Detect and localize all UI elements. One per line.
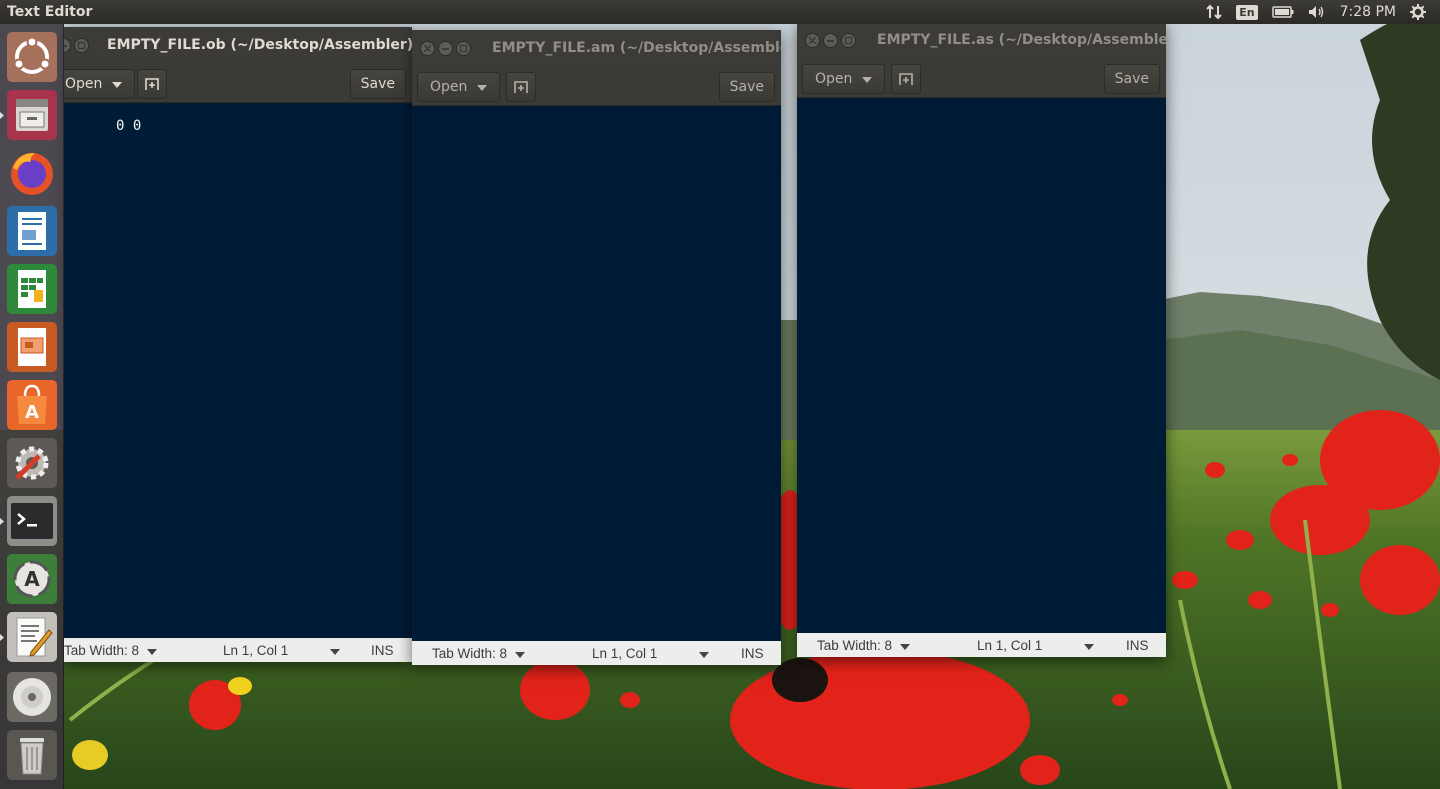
- new-document-button[interactable]: [891, 64, 921, 94]
- running-indicator: [0, 518, 4, 525]
- chevron-down-icon: [900, 638, 911, 653]
- svg-text:A: A: [25, 402, 39, 423]
- tab-width-label: Tab Width: 8: [432, 645, 508, 661]
- network-transfer-icon[interactable]: [1206, 0, 1222, 24]
- chevron-down-icon: [330, 643, 341, 658]
- indicator-area: En 7:28 PM: [1206, 0, 1440, 24]
- insert-mode-indicator: INS: [741, 645, 764, 661]
- chevron-down-icon: [112, 76, 123, 92]
- close-button[interactable]: [805, 32, 820, 48]
- chevron-down-icon: [1084, 638, 1095, 653]
- clock[interactable]: 7:28 PM: [1340, 0, 1396, 24]
- running-indicator: [0, 634, 4, 641]
- tab-width-selector[interactable]: Tab Width: 8: [817, 633, 911, 657]
- status-bar: Tab Width: 8 Ln 1, Col 1 INS: [412, 641, 781, 665]
- window-titlebar[interactable]: EMPTY_FILE.ob (~/Desktop/Assembler) - ge…: [64, 27, 412, 63]
- tab-width-selector[interactable]: Tab Width: 8: [432, 641, 526, 665]
- dvd-drive-icon[interactable]: [7, 672, 57, 722]
- header-toolbar: Open Save: [64, 63, 412, 103]
- minimize-button[interactable]: [64, 37, 71, 53]
- system-gear-icon[interactable]: [1410, 0, 1426, 24]
- top-panel: Text Editor En 7:28 PM: [0, 0, 1440, 24]
- editor-window-as[interactable]: EMPTY_FILE.as (~/Desktop/Assembler) - ge…: [797, 22, 1166, 657]
- header-toolbar: Open Save: [797, 58, 1166, 98]
- text-editor-icon[interactable]: [7, 612, 57, 662]
- tab-width-selector[interactable]: Tab Width: 8: [64, 638, 158, 662]
- text-line: 0 0: [116, 118, 142, 134]
- libreoffice-impress-icon[interactable]: [7, 322, 57, 372]
- keyboard-layout-indicator[interactable]: En: [1236, 0, 1258, 24]
- cursor-position-label: Ln 1, Col 1: [977, 637, 1043, 653]
- ubuntu-software-icon[interactable]: A: [7, 380, 57, 430]
- trash-icon[interactable]: [7, 730, 57, 780]
- running-indicator: [0, 112, 4, 119]
- tab-width-label: Tab Width: 8: [817, 637, 893, 653]
- new-document-button[interactable]: [137, 69, 167, 99]
- save-button[interactable]: Save: [718, 72, 775, 102]
- status-bar: Tab Width: 8 Ln 1, Col 1 INS: [64, 638, 412, 662]
- volume-icon[interactable]: [1308, 0, 1326, 24]
- text-view[interactable]: [412, 106, 781, 641]
- open-button[interactable]: Open: [802, 64, 886, 94]
- editor-window-am[interactable]: EMPTY_FILE.am (~/Desktop/Assembler) - ge…: [412, 30, 781, 665]
- window-titlebar[interactable]: EMPTY_FILE.as (~/Desktop/Assembler) - ge…: [797, 22, 1166, 58]
- keyboard-layout-icon: En: [1236, 4, 1258, 20]
- libreoffice-calc-icon[interactable]: [7, 264, 57, 314]
- window-title: EMPTY_FILE.as (~/Desktop/Assembler) - ge…: [877, 32, 1166, 48]
- battery-icon[interactable]: [1271, 0, 1294, 24]
- minimize-button[interactable]: [823, 32, 838, 48]
- maximize-button[interactable]: [456, 40, 471, 56]
- ubuntu-dash-icon[interactable]: [7, 32, 57, 82]
- minimize-button[interactable]: [438, 40, 453, 56]
- files-icon[interactable]: [7, 90, 57, 140]
- chevron-down-icon: [862, 71, 873, 87]
- cursor-position-label: Ln 1, Col 1: [223, 642, 289, 658]
- tab-width-label: Tab Width: 8: [64, 642, 140, 658]
- open-label: Open: [430, 79, 468, 95]
- status-bar: Tab Width: 8 Ln 1, Col 1 INS: [797, 633, 1166, 657]
- save-button[interactable]: Save: [1103, 64, 1160, 94]
- window-titlebar[interactable]: EMPTY_FILE.am (~/Desktop/Assembler) - ge…: [412, 30, 781, 66]
- maximize-button[interactable]: [74, 37, 89, 53]
- insert-mode-indicator: INS: [371, 642, 394, 658]
- new-document-button[interactable]: [506, 72, 536, 102]
- launcher: A A: [0, 24, 64, 789]
- window-title: EMPTY_FILE.ob (~/Desktop/Assembler) - ge…: [107, 37, 412, 53]
- active-app-title: Text Editor: [7, 4, 93, 20]
- terminal-icon[interactable]: [7, 496, 57, 546]
- chevron-down-icon: [699, 646, 710, 661]
- chevron-down-icon: [147, 643, 158, 658]
- cursor-position-label: Ln 1, Col 1: [592, 645, 658, 661]
- new-document-icon: [145, 78, 159, 90]
- svg-text:A: A: [24, 567, 40, 591]
- text-view[interactable]: 0 0: [64, 103, 412, 638]
- open-label: Open: [815, 71, 853, 87]
- maximize-button[interactable]: [841, 32, 856, 48]
- save-button[interactable]: Save: [349, 69, 406, 99]
- system-settings-icon[interactable]: [7, 438, 57, 488]
- firefox-icon[interactable]: [7, 148, 57, 198]
- cursor-position-selector[interactable]: Ln 1, Col 1: [592, 641, 710, 665]
- libreoffice-writer-icon[interactable]: [7, 206, 57, 256]
- header-toolbar: Open Save: [412, 66, 781, 106]
- open-button[interactable]: Open: [64, 69, 136, 99]
- cursor-position-selector[interactable]: Ln 1, Col 1: [223, 638, 341, 662]
- editor-window-ob[interactable]: EMPTY_FILE.ob (~/Desktop/Assembler) - ge…: [64, 27, 412, 662]
- text-view[interactable]: [797, 98, 1166, 633]
- chevron-down-icon: [515, 646, 526, 661]
- software-updater-icon[interactable]: A: [7, 554, 57, 604]
- open-button[interactable]: Open: [417, 72, 501, 102]
- window-title: EMPTY_FILE.am (~/Desktop/Assembler) - ge…: [492, 40, 781, 56]
- new-document-icon: [514, 81, 528, 93]
- new-document-icon: [899, 73, 913, 85]
- close-button[interactable]: [420, 40, 435, 56]
- open-label: Open: [65, 76, 103, 92]
- cursor-position-selector[interactable]: Ln 1, Col 1: [977, 633, 1095, 657]
- insert-mode-indicator: INS: [1126, 637, 1149, 653]
- chevron-down-icon: [477, 79, 488, 95]
